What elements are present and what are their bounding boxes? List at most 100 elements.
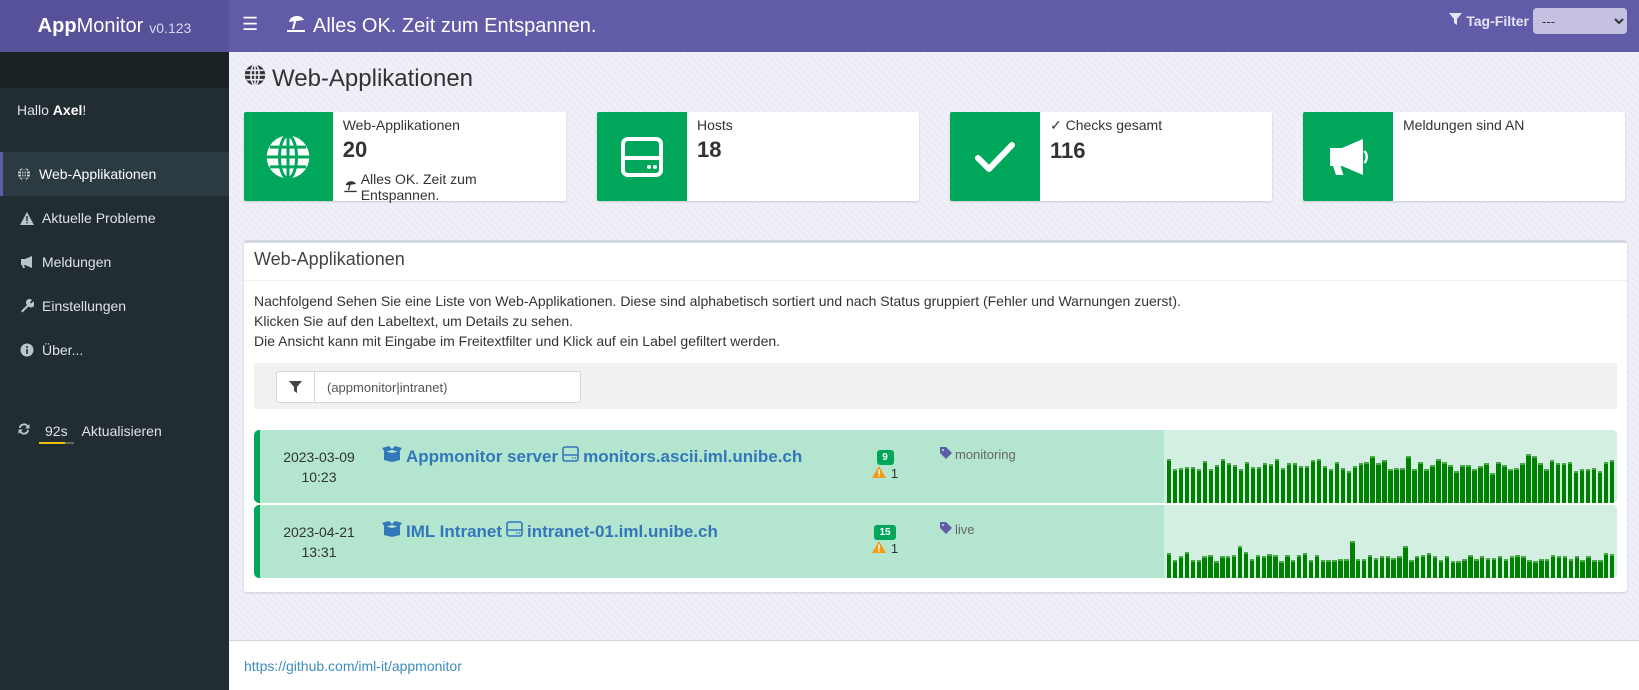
sparkline-bar	[1268, 464, 1274, 503]
sparkline-bar	[1567, 462, 1573, 503]
sparkline-bar	[1403, 545, 1408, 578]
sparkline-bar	[1274, 458, 1280, 503]
stat-label: Web-Applikationen	[342, 117, 460, 133]
card-description-line: Die Ansicht kann mit Eingabe im Freitext…	[254, 333, 781, 349]
sparkline-bar	[1178, 556, 1184, 578]
sparkline-bar	[1496, 462, 1501, 503]
app-name: IML Intranet	[406, 521, 503, 541]
sparkline-bar	[1609, 554, 1615, 578]
tag-filter: Tag-Filter ---	[1449, 8, 1627, 34]
sparkline-bar	[1460, 464, 1465, 503]
sidebar-item-label: Über...	[42, 342, 84, 358]
check-icon	[950, 112, 1040, 201]
sparkline-bar	[1332, 560, 1337, 578]
sparkline-bar	[1344, 558, 1349, 578]
footer: https://github.com/iml-it/appmonitor	[229, 640, 1639, 690]
sparkline-bar	[1397, 556, 1402, 578]
tag-icon	[940, 522, 952, 537]
refresh-widget[interactable]: 92s Aktualisieren	[17, 422, 162, 444]
version-label: v0.123	[149, 20, 192, 36]
sparkline-bar	[1172, 560, 1178, 578]
sparkline-bar	[1220, 556, 1225, 578]
server-icon	[506, 521, 523, 542]
sparkline-bar	[1424, 469, 1429, 503]
main-content: Web-Applikationen Web-Applikationen 20 A…	[229, 52, 1639, 640]
sparkline-bar	[1279, 561, 1284, 578]
filter-bar	[254, 363, 1617, 409]
sparkline-bar	[1472, 469, 1477, 503]
box-open-icon	[382, 521, 402, 542]
app-row[interactable]: 2023-04-21 13:31 IML Intranet intranet-0…	[254, 505, 1617, 578]
sparkline-bar	[1302, 552, 1308, 578]
sparkline-bar	[1298, 465, 1304, 503]
sparkline-bar	[1356, 558, 1361, 578]
sparkline-bar	[1503, 558, 1509, 578]
sparkline-bar	[1273, 555, 1278, 578]
menu-toggle-icon[interactable]: ☰	[242, 14, 258, 35]
sparkline-bar	[1579, 469, 1585, 503]
warning-icon	[20, 211, 34, 225]
sparkline-bar	[1468, 555, 1473, 578]
sparkline-bar	[1603, 462, 1609, 503]
sidebar-item-einstellungen[interactable]: Einstellungen	[0, 284, 229, 328]
sparkline-bar	[1190, 560, 1196, 578]
sparkline-bar	[1562, 556, 1568, 578]
sparkline-bar	[1450, 561, 1455, 578]
sparkline-bar	[1328, 469, 1334, 503]
sparkline-bar	[1178, 468, 1184, 503]
sparkline-bar	[1285, 555, 1290, 578]
sidebar-item-web-applikationen[interactable]: Web-Applikationen	[0, 152, 229, 196]
sparkline-bar	[1568, 558, 1574, 578]
sparkline-bar	[1573, 470, 1579, 503]
sparkline-bar	[1316, 458, 1322, 503]
sparkline-bar	[1262, 462, 1268, 503]
sparkline-bar	[1358, 462, 1363, 503]
sidebar-item-aktuelle-probleme[interactable]: Aktuelle Probleme	[0, 196, 229, 240]
sparkline-bar	[1364, 462, 1369, 503]
brand-logo[interactable]: App Monitor v0.123	[0, 0, 229, 52]
sparkline-bar	[1502, 464, 1507, 503]
sparkline-bar	[1597, 470, 1603, 503]
sidebar-item-label: Web-Applikationen	[39, 166, 157, 182]
sparkline-bar	[1226, 556, 1231, 578]
brand-bold: App	[37, 14, 77, 37]
app-tag[interactable]: monitoring	[940, 447, 1016, 462]
tag-filter-select[interactable]: ---	[1533, 8, 1627, 34]
sparkline-bar	[1208, 469, 1214, 503]
app-tag[interactable]: live	[940, 522, 975, 537]
freetext-filter-input[interactable]	[314, 371, 581, 403]
warn-count: 1	[865, 466, 905, 481]
sparkline-bar	[1190, 467, 1196, 503]
sparkline-bar	[1367, 555, 1373, 578]
stat-box-hosts: Hosts 18	[597, 112, 919, 201]
sparkline-bar	[1448, 464, 1453, 503]
sparkline-bar	[1388, 469, 1393, 503]
sparkline-bar	[1208, 555, 1213, 578]
app-row[interactable]: 2023-03-09 10:23 Appmonitor server monit…	[254, 430, 1617, 503]
box-open-icon	[382, 446, 402, 467]
app-last-check: 2023-03-09 10:23	[283, 449, 355, 485]
app-check-counts: 15 1	[865, 523, 905, 556]
ok-count-badge: 9	[876, 450, 894, 465]
sparkline-bar	[1474, 558, 1479, 578]
sparkline-bar	[1267, 554, 1272, 578]
sparkline-bar	[1418, 462, 1423, 503]
sparkline-bar	[1382, 459, 1387, 503]
github-link[interactable]: https://github.com/iml-it/appmonitor	[244, 658, 462, 674]
stat-value: 20	[342, 137, 368, 162]
sidebar-item-meldungen[interactable]: Meldungen	[0, 240, 229, 284]
sparkline-bar	[1304, 465, 1310, 503]
sparkline-bar	[1508, 469, 1513, 503]
app-title-link[interactable]: Appmonitor server monitors.ascii.iml.uni…	[382, 446, 802, 467]
sparkline-bar	[1280, 468, 1286, 503]
stat-value: 116	[1050, 138, 1086, 163]
sparkline-bar	[1261, 556, 1266, 578]
sparkline-bar	[1196, 560, 1201, 578]
sidebar-item-ueber[interactable]: Über...	[0, 328, 229, 372]
sparkline-bar	[1490, 473, 1495, 503]
sparkline-bar	[1167, 458, 1172, 503]
page-title: Web-Applikationen	[244, 64, 473, 93]
stat-box-webapps: Web-Applikationen 20 Alles OK. Zeit zum …	[244, 112, 566, 203]
stat-label: Hosts	[697, 117, 733, 133]
app-title-link[interactable]: IML Intranet intranet-01.iml.unibe.ch	[382, 521, 718, 542]
